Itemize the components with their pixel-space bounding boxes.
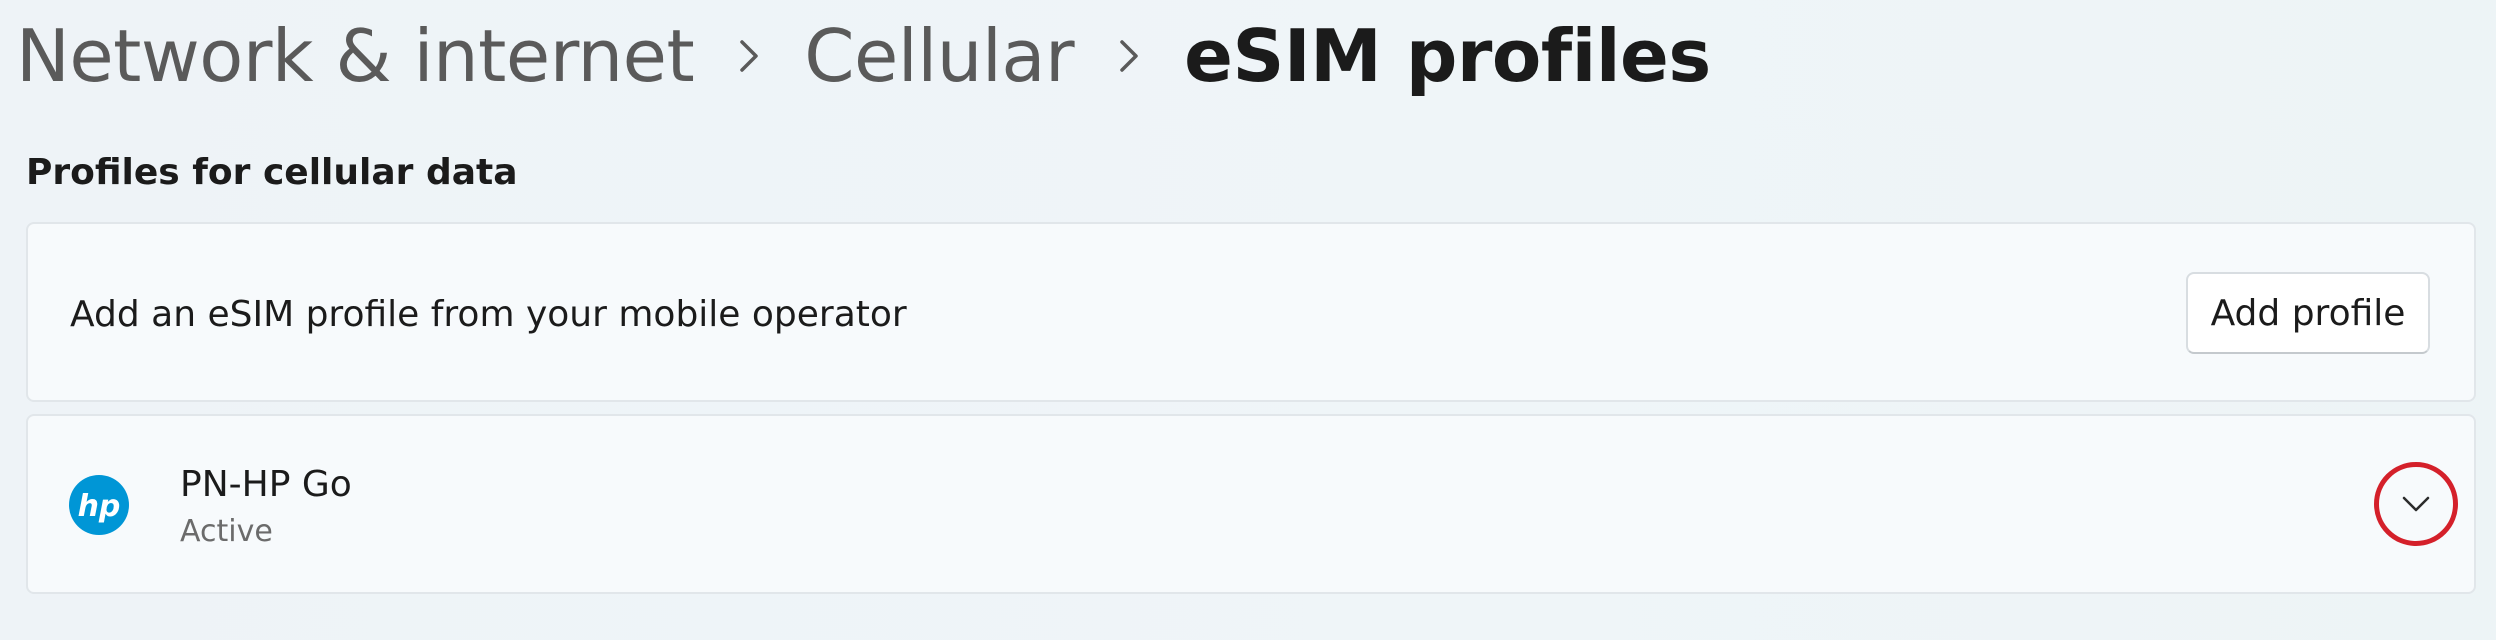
page-title: eSIM profiles — [1184, 14, 1711, 98]
chevron-right-icon — [694, 38, 804, 74]
chevron-down-icon — [2401, 495, 2431, 513]
hp-logo-icon: hp — [68, 474, 130, 536]
breadcrumb-cellular[interactable]: Cellular — [804, 14, 1074, 98]
breadcrumb: Network & internet Cellular eSIM profile… — [16, 6, 1711, 106]
profile-name: PN-HP Go — [180, 464, 352, 505]
expand-profile-button[interactable] — [2374, 462, 2458, 546]
svg-text:hp: hp — [78, 489, 121, 524]
add-profile-card: Add an eSIM profile from your mobile ope… — [26, 222, 2476, 402]
section-title: Profiles for cellular data — [26, 152, 518, 193]
profile-status: Active — [180, 514, 273, 549]
esim-profile-row[interactable]: hp PN-HP Go Active — [26, 414, 2476, 594]
chevron-right-icon — [1074, 38, 1184, 74]
add-profile-description: Add an eSIM profile from your mobile ope… — [70, 294, 907, 335]
breadcrumb-network-internet[interactable]: Network & internet — [16, 14, 695, 98]
add-profile-button[interactable]: Add profile — [2186, 272, 2430, 354]
